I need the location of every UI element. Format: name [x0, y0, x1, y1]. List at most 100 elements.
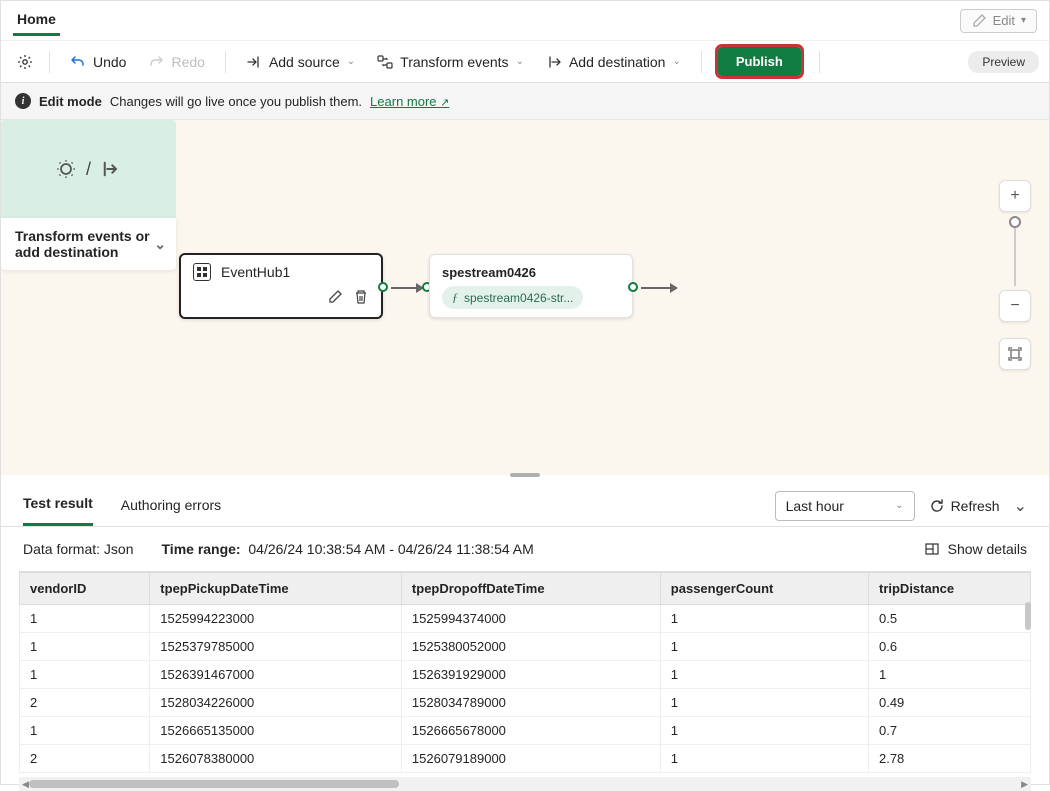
table-cell: 1526665678000: [401, 717, 660, 745]
add-source-label: Add source: [269, 54, 340, 70]
node-eventhub[interactable]: EventHub1: [179, 253, 383, 319]
connector-arrow: [641, 287, 677, 289]
notice-mode: Edit mode: [39, 94, 102, 109]
placeholder-label: Transform events or add destination: [15, 228, 154, 260]
table-cell: 1: [660, 633, 868, 661]
chevron-down-icon: ⌄: [516, 56, 524, 67]
tab-home[interactable]: Home: [13, 5, 60, 36]
redo-label: Redo: [171, 54, 204, 70]
table-cell: 2: [20, 689, 150, 717]
refresh-icon: [929, 498, 945, 514]
gear-icon: [56, 159, 76, 179]
column-header[interactable]: tpepPickupDateTime: [150, 573, 402, 605]
info-icon: i: [15, 93, 31, 109]
table-row[interactable]: 11526665135000152666567800010.7: [20, 717, 1031, 745]
table-row[interactable]: 11525994223000152599437400010.5: [20, 605, 1031, 633]
table-row[interactable]: 11526391467000152639192900011: [20, 661, 1031, 689]
pencil-icon[interactable]: [327, 289, 343, 305]
table-cell: 1: [660, 745, 868, 773]
scrollbar-thumb[interactable]: [29, 780, 399, 788]
show-details-button[interactable]: Show details: [924, 541, 1027, 557]
tab-authoring-errors[interactable]: Authoring errors: [121, 487, 221, 525]
result-table-wrap: vendorIDtpepPickupDateTimetpepDropoffDat…: [19, 571, 1031, 773]
stream-pill[interactable]: ƒ spestream0426-str...: [442, 286, 583, 309]
table-cell: 1526079189000: [401, 745, 660, 773]
zoom-in-button[interactable]: +: [999, 180, 1031, 212]
notice-message: Changes will go live once you publish th…: [110, 94, 362, 109]
table-cell: 1526391467000: [150, 661, 402, 689]
redo-icon: [148, 54, 164, 70]
transform-icon: [377, 54, 393, 70]
preview-button[interactable]: Preview: [968, 51, 1039, 73]
table-cell: 1526665135000: [150, 717, 402, 745]
details-icon: [924, 541, 940, 557]
table-cell: 1: [20, 605, 150, 633]
edit-label: Edit: [993, 13, 1015, 28]
undo-button[interactable]: Undo: [60, 48, 136, 76]
table-cell: 1526391929000: [401, 661, 660, 689]
table-cell: 1: [660, 689, 868, 717]
eventhub-icon: [193, 263, 211, 281]
undo-label: Undo: [93, 54, 126, 70]
settings-button[interactable]: [11, 48, 39, 76]
table-row[interactable]: 21526078380000152607918900012.78: [20, 745, 1031, 773]
table-cell: 1525379785000: [150, 633, 402, 661]
zoom-slider[interactable]: [1014, 216, 1016, 286]
table-cell: 2.78: [868, 745, 1030, 773]
zoom-out-button[interactable]: −: [999, 290, 1031, 322]
table-cell: 1: [20, 633, 150, 661]
table-cell: 0.6: [868, 633, 1030, 661]
column-header[interactable]: vendorID: [20, 573, 150, 605]
horizontal-scrollbar[interactable]: ◀ ▶: [19, 777, 1031, 791]
time-range-select[interactable]: Last hour⌄: [775, 491, 915, 521]
redo-button: Redo: [138, 48, 214, 76]
node-title: spestream0426: [442, 265, 620, 280]
chevron-down-icon[interactable]: ⌄: [154, 236, 166, 253]
fit-view-button[interactable]: [999, 338, 1031, 370]
output-port[interactable]: [628, 282, 638, 292]
node-placeholder[interactable]: / Transform events or add destination ⌄: [1, 120, 176, 270]
edit-button: Edit ▾: [960, 9, 1037, 33]
chevron-down-icon[interactable]: ⌄: [1014, 496, 1027, 516]
flow-canvas[interactable]: EventHub1 spestream0426 ƒ spestream0426-…: [1, 120, 1049, 475]
table-cell: 0.5: [868, 605, 1030, 633]
add-destination-icon: [546, 54, 562, 70]
column-header[interactable]: tpepDropoffDateTime: [401, 573, 660, 605]
tab-test-result[interactable]: Test result: [23, 485, 93, 526]
table-cell: 1: [868, 661, 1030, 689]
transform-label: Transform events: [400, 54, 508, 70]
transform-events-button[interactable]: Transform events ⌄: [367, 48, 534, 76]
add-source-button[interactable]: Add source ⌄: [236, 48, 365, 76]
pencil-icon: [971, 13, 987, 29]
output-port[interactable]: [378, 282, 388, 292]
add-source-icon: [246, 54, 262, 70]
add-destination-button[interactable]: Add destination ⌄: [536, 48, 691, 76]
column-header[interactable]: passengerCount: [660, 573, 868, 605]
refresh-button[interactable]: Refresh: [929, 498, 1000, 514]
result-meta: Data format: Json Time range: 04/26/24 1…: [1, 527, 1049, 571]
connector-arrow: [391, 287, 423, 289]
node-stream[interactable]: spestream0426 ƒ spestream0426-str...: [429, 254, 633, 318]
learn-more-link[interactable]: Learn more ↗: [370, 94, 449, 109]
publish-button[interactable]: Publish: [718, 47, 801, 76]
table-cell: 1: [20, 661, 150, 689]
chevron-down-icon: ⌄: [672, 56, 680, 67]
undo-icon: [70, 54, 86, 70]
table-row[interactable]: 21528034226000152803478900010.49: [20, 689, 1031, 717]
fit-icon: [1007, 346, 1023, 362]
table-cell: 1: [660, 717, 868, 745]
trash-icon[interactable]: [353, 289, 369, 305]
table-cell: 0.7: [868, 717, 1030, 745]
table-cell: 1526078380000: [150, 745, 402, 773]
table-cell: 1528034789000: [401, 689, 660, 717]
zoom-controls: + −: [999, 180, 1031, 370]
vertical-scrollbar[interactable]: [1025, 602, 1031, 630]
table-cell: 1525380052000: [401, 633, 660, 661]
column-header[interactable]: tripDistance: [868, 573, 1030, 605]
function-icon: ƒ: [452, 290, 458, 305]
panel-resize-handle[interactable]: [510, 473, 540, 477]
table-row[interactable]: 11525379785000152538005200010.6: [20, 633, 1031, 661]
notice-bar: i Edit mode Changes will go live once yo…: [1, 83, 1049, 120]
table-cell: 1525994223000: [150, 605, 402, 633]
chevron-down-icon: ⌄: [347, 56, 355, 67]
